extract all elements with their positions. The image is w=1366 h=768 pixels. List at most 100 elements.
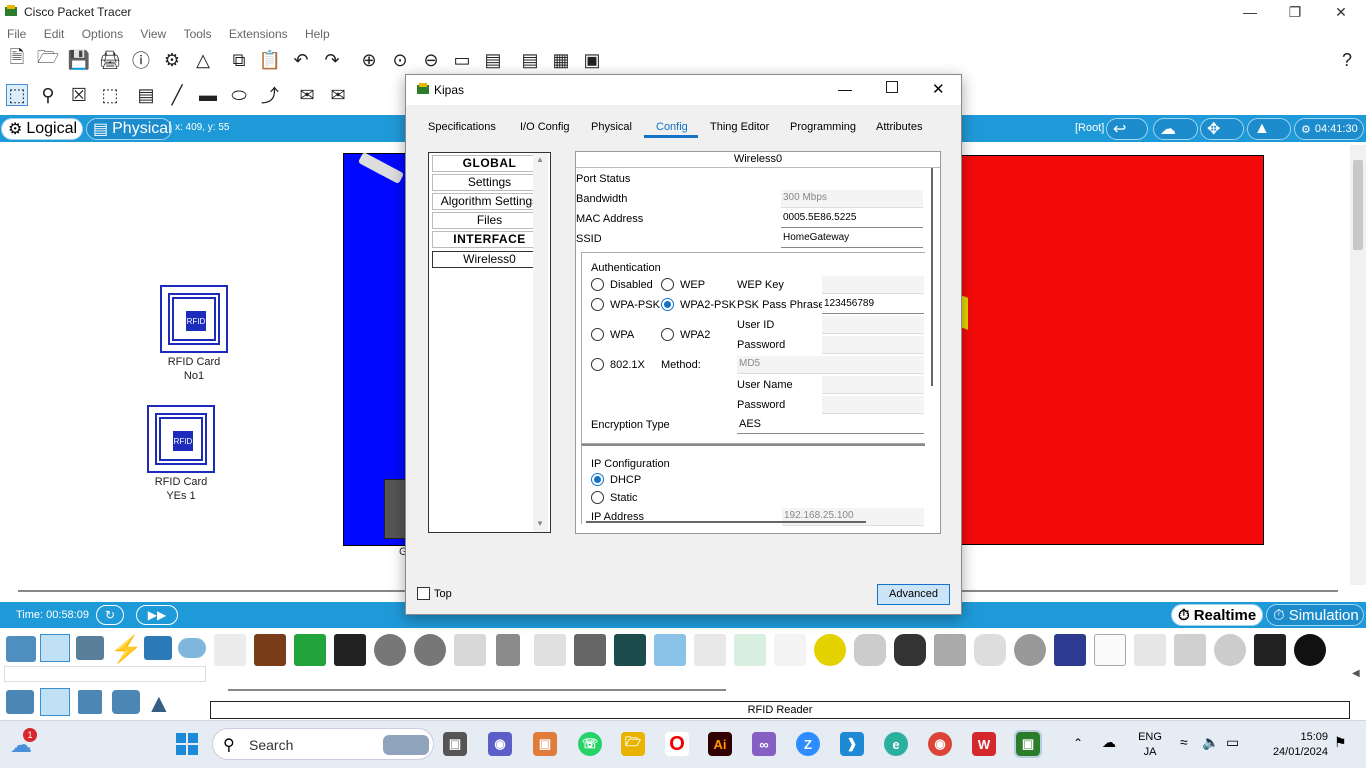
vscode-icon[interactable]: ❱	[840, 732, 864, 756]
chrome-icon[interactable]: ◉	[928, 732, 952, 756]
tab-thing-editor[interactable]: Thing Editor	[710, 121, 769, 133]
auth-wpa-radio[interactable]	[591, 328, 604, 341]
delete-icon[interactable]: ☒	[68, 84, 90, 106]
device-tile[interactable]	[574, 634, 606, 666]
menu-tools[interactable]: Tools	[177, 24, 219, 44]
device-tile[interactable]	[1174, 634, 1206, 666]
tab-attributes[interactable]: Attributes	[876, 121, 922, 133]
scroll-right-icon[interactable]: ◀	[1352, 668, 1360, 679]
viewport-button[interactable]: ⚙ 04:41:30	[1294, 118, 1364, 140]
device-tile[interactable]	[694, 634, 726, 666]
complex-pdu-icon[interactable]: ✉	[327, 84, 349, 106]
select-icon[interactable]: ⬚	[6, 84, 28, 106]
advanced-button[interactable]: Advanced	[877, 584, 950, 605]
file-explorer-icon[interactable]: 🗁	[621, 732, 645, 756]
menu-extensions[interactable]: Extensions	[222, 24, 295, 44]
encryption-type-select[interactable]: AES	[737, 416, 924, 434]
save-icon[interactable]: 💾	[68, 49, 90, 71]
nav-settings[interactable]: Settings	[432, 174, 547, 191]
device-icon[interactable]: ▦	[550, 49, 572, 71]
info-icon[interactable]: ⓘ	[130, 49, 152, 71]
menu-options[interactable]: Options	[75, 24, 130, 44]
taskbar-app-icon[interactable]: ◉	[488, 732, 512, 756]
workspace-vertical-scrollbar[interactable]	[1350, 145, 1366, 585]
device-tile[interactable]	[1134, 634, 1166, 666]
inspect-icon[interactable]: ⚲	[37, 84, 59, 106]
freeform-icon[interactable]: ⤴	[259, 84, 281, 106]
tray-overflow-icon[interactable]: ⌃	[1073, 736, 1083, 750]
auth-wep-radio[interactable]	[661, 278, 674, 291]
device-tile[interactable]	[654, 634, 686, 666]
nav-wireless0[interactable]: Wireless0	[432, 251, 547, 268]
network-wizard-icon[interactable]: ⚙	[161, 49, 183, 71]
line-icon[interactable]: ╱	[166, 84, 188, 106]
device-tile[interactable]	[1094, 634, 1126, 666]
tab-programming[interactable]: Programming	[790, 121, 856, 133]
auth-wpa2-psk-radio[interactable]	[661, 298, 674, 311]
device-tile[interactable]	[774, 634, 806, 666]
simple-pdu-icon[interactable]: ✉	[296, 84, 318, 106]
home-devices-icon[interactable]	[6, 690, 34, 714]
rfid-card-device[interactable]: RFID	[160, 285, 228, 353]
dialog-maximize-button[interactable]	[886, 81, 898, 93]
back-button[interactable]: ↩	[1106, 118, 1148, 140]
dialog-minimize-button[interactable]: —	[838, 81, 852, 97]
panel-horizontal-scrollbar[interactable]	[586, 521, 866, 523]
panel-vertical-scrollbar[interactable]	[929, 168, 935, 388]
new-file-icon[interactable]: 🗎	[6, 47, 28, 71]
misc-icon[interactable]	[144, 636, 172, 660]
app-close-button[interactable]: ✕	[1318, 2, 1364, 22]
device-tile[interactable]	[814, 634, 846, 666]
device-tile[interactable]	[496, 634, 520, 666]
tray-app-icon[interactable]: ☁	[1102, 734, 1116, 751]
activity-wizard-icon[interactable]: △	[192, 49, 214, 71]
help-icon[interactable]: ?	[1336, 49, 1358, 71]
device-tile[interactable]	[1294, 634, 1326, 666]
device-tile[interactable]	[374, 634, 406, 666]
zoom-app-icon[interactable]: Z	[796, 732, 820, 756]
menu-file[interactable]: File	[0, 24, 33, 44]
app-minimize-button[interactable]: —	[1227, 2, 1273, 22]
nav-algorithm-settings[interactable]: Algorithm Settings	[432, 193, 547, 210]
open-folder-icon[interactable]: 🗁	[37, 47, 59, 71]
menu-edit[interactable]: Edit	[37, 24, 72, 44]
dhcp-radio[interactable]	[591, 473, 604, 486]
device-list-scrollbar[interactable]	[228, 689, 726, 691]
device-tile[interactable]	[334, 634, 366, 666]
end-devices-icon[interactable]	[40, 634, 70, 662]
visual-studio-icon[interactable]: ∞	[752, 732, 776, 756]
custom-device-icon[interactable]: ▤	[482, 49, 504, 71]
menu-view[interactable]: View	[133, 24, 173, 44]
smart-city-icon[interactable]	[40, 688, 70, 716]
rectangle-icon[interactable]: ▬	[197, 84, 219, 106]
dialog-titlebar[interactable]: Kipas — ✕	[406, 75, 961, 105]
components-icon[interactable]	[76, 636, 104, 660]
new-cluster-button[interactable]: ☁	[1153, 118, 1198, 140]
scroll-down-icon[interactable]: ▼	[536, 519, 544, 528]
rfid-card-device[interactable]: RFID	[147, 405, 215, 473]
battery-icon[interactable]: ▭	[1226, 734, 1239, 751]
taskbar-search-box[interactable]: ⚲ Search	[212, 728, 434, 760]
packet-tracer-taskbar-icon[interactable]: ▣	[1014, 730, 1042, 758]
device-tile[interactable]	[1014, 634, 1046, 666]
device-tile[interactable]	[854, 634, 886, 666]
note-icon[interactable]: ▤	[135, 84, 157, 106]
ellipse-icon[interactable]: ⬭	[228, 84, 250, 106]
illustrator-icon[interactable]: Ai	[708, 732, 732, 756]
device-tile[interactable]	[254, 634, 286, 666]
menu-help[interactable]: Help	[298, 24, 337, 44]
device-tile[interactable]	[1214, 634, 1246, 666]
notification-bell-icon[interactable]: ⚑	[1334, 734, 1347, 751]
device-tile[interactable]	[734, 634, 766, 666]
tower-icon[interactable]: ▲	[146, 688, 172, 719]
mac-address-field[interactable]: 0005.5E86.5225	[781, 210, 923, 228]
windows-start-icon[interactable]	[176, 733, 198, 755]
device-tile[interactable]	[1254, 634, 1286, 666]
zoom-out-icon[interactable]: ⊖	[420, 49, 442, 71]
dialog-close-button[interactable]: ✕	[932, 80, 945, 98]
wps-office-icon[interactable]: W	[972, 732, 996, 756]
psk-pass-phrase-field[interactable]: 123456789	[822, 296, 924, 314]
auth-wpa2-radio[interactable]	[661, 328, 674, 341]
auth-wpa-psk-radio[interactable]	[591, 298, 604, 311]
device-tile[interactable]	[1054, 634, 1086, 666]
